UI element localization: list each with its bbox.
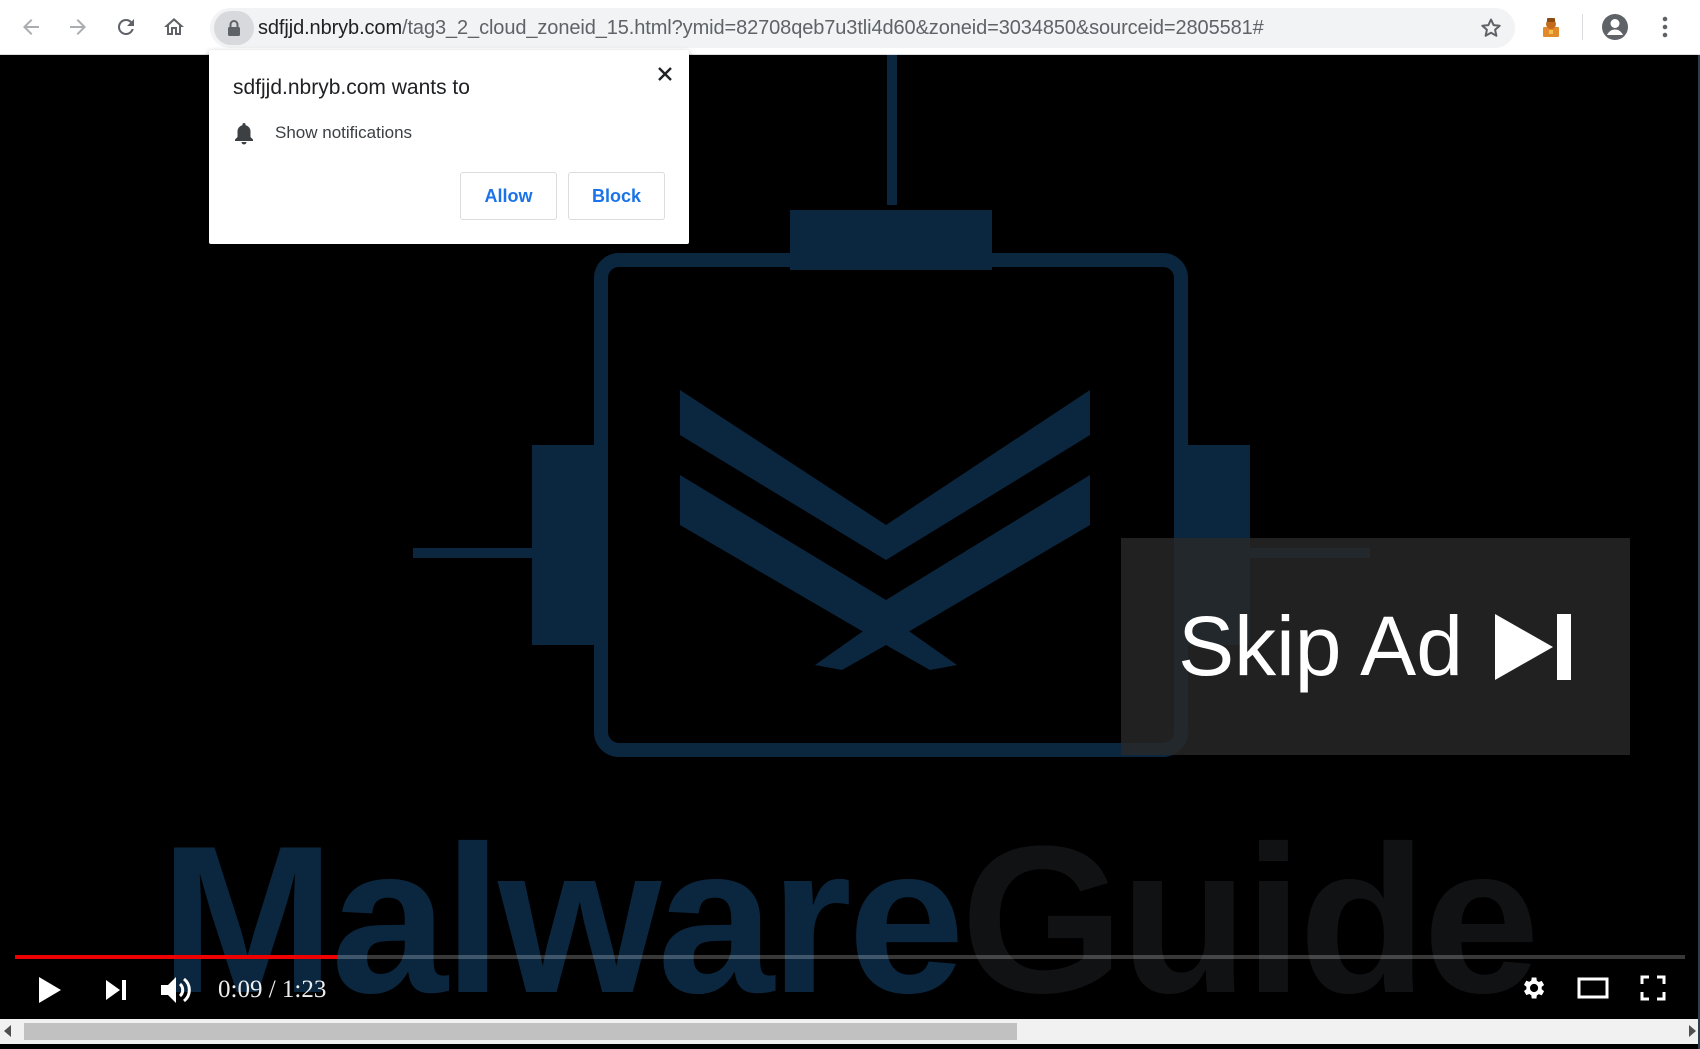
- star-icon: [1481, 18, 1501, 37]
- toolbar-separator: [1582, 14, 1583, 40]
- lock-icon: [228, 20, 240, 36]
- extension-button[interactable]: [1532, 8, 1570, 46]
- skip-ad-label: Skip Ad: [1178, 599, 1463, 693]
- gear-icon: [1524, 977, 1545, 999]
- progress-bar[interactable]: [15, 955, 1685, 959]
- url-path: /tag3_2_cloud_zoneid_15.html?ymid=82708q…: [402, 17, 1264, 39]
- skip-ad-button[interactable]: Skip Ad: [1121, 538, 1630, 755]
- permission-label: Show notifications: [275, 123, 413, 142]
- forward-arrow-icon: [70, 19, 86, 35]
- prompt-title: sdfjjd.nbryb.com wants to: [233, 76, 470, 99]
- skip-next-icon: [1494, 613, 1571, 680]
- skip-next-small-icon: [106, 980, 126, 1000]
- browser-menu-button[interactable]: [1646, 8, 1684, 46]
- next-button[interactable]: [98, 972, 134, 1008]
- back-arrow-icon: [23, 19, 39, 35]
- volume-button[interactable]: [156, 970, 196, 1010]
- time-display: 0:09 / 1:23: [218, 976, 327, 1003]
- extension-icon: [1543, 18, 1559, 37]
- url-text[interactable]: sdfjjd.nbryb.com/tag3_2_cloud_zoneid_15.…: [258, 8, 1264, 48]
- forward-button[interactable]: [59, 8, 97, 46]
- scroll-right-arrow[interactable]: [1689, 1025, 1696, 1037]
- watermark-text: MalwareGuide: [160, 802, 1540, 1020]
- account-icon: [1602, 14, 1628, 40]
- prompt-close-button[interactable]: [651, 60, 679, 88]
- home-icon: [164, 18, 184, 35]
- home-button[interactable]: [155, 8, 193, 46]
- allow-button[interactable]: Allow: [460, 172, 557, 220]
- progress-played: [15, 955, 338, 959]
- play-button[interactable]: [32, 972, 68, 1008]
- settings-button[interactable]: [1514, 969, 1552, 1007]
- profile-button[interactable]: [1596, 8, 1634, 46]
- more-vert-icon: [1662, 16, 1668, 38]
- notification-permission-prompt: sdfjjd.nbryb.com wants to Show notificat…: [209, 50, 689, 244]
- url-host: sdfjjd.nbryb.com: [258, 17, 403, 39]
- reload-icon: [117, 18, 134, 35]
- play-icon: [39, 977, 61, 1003]
- theater-mode-icon: [1577, 977, 1609, 999]
- browser-toolbar: sdfjjd.nbryb.com/tag3_2_cloud_zoneid_15.…: [0, 0, 1700, 55]
- close-icon: [658, 67, 672, 81]
- volume-icon: [161, 977, 191, 1003]
- back-button[interactable]: [12, 8, 50, 46]
- fullscreen-icon: [1640, 975, 1666, 1001]
- address-bar[interactable]: sdfjjd.nbryb.com/tag3_2_cloud_zoneid_15.…: [210, 8, 1515, 48]
- scroll-left-arrow[interactable]: [4, 1025, 11, 1037]
- theater-mode-button[interactable]: [1574, 969, 1612, 1007]
- permission-row: Show notifications: [233, 120, 412, 146]
- block-button[interactable]: Block: [568, 172, 665, 220]
- reload-button[interactable]: [107, 8, 145, 46]
- bell-icon: [235, 123, 253, 145]
- scrollbar-thumb[interactable]: [24, 1023, 1017, 1040]
- site-info-button[interactable]: [214, 11, 254, 45]
- bookmark-button[interactable]: [1475, 12, 1507, 44]
- fullscreen-button[interactable]: [1634, 969, 1672, 1007]
- horizontal-scrollbar[interactable]: [0, 1019, 1700, 1044]
